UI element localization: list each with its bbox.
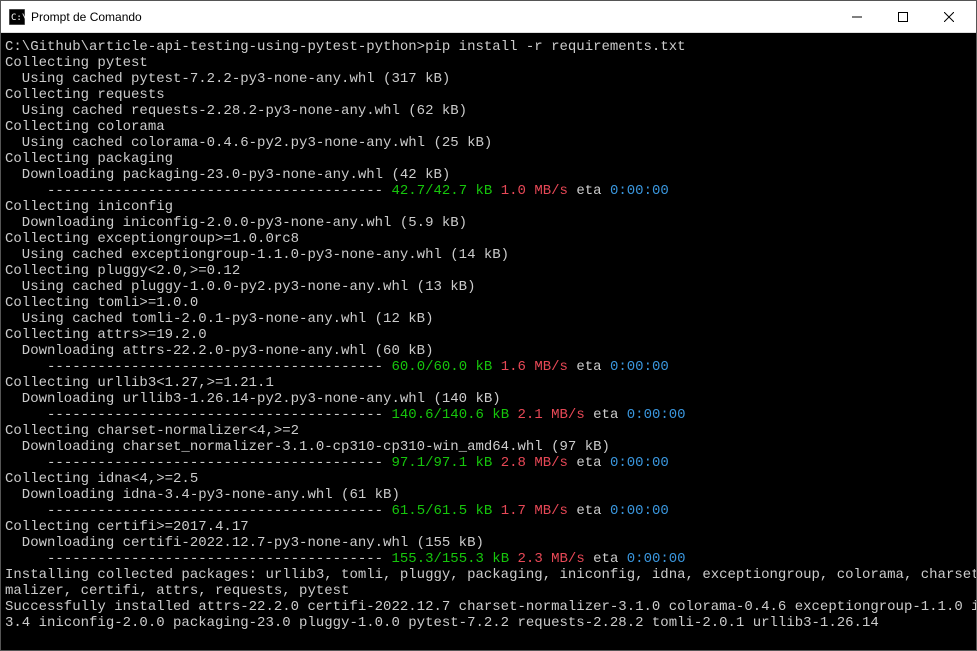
- output-line: Collecting exceptiongroup>=1.0.0rc8: [5, 231, 299, 247]
- output-line: Collecting pluggy<2.0,>=0.12: [5, 263, 240, 279]
- output-line: Downloading certifi-2022.12.7-py3-none-a…: [5, 535, 484, 551]
- output-line: Downloading packaging-23.0-py3-none-any.…: [5, 167, 450, 183]
- output-line: Downloading charset_normalizer-3.1.0-cp3…: [5, 439, 610, 455]
- progress-line: ----------------------------------------…: [5, 503, 669, 519]
- output-line: Using cached pluggy-1.0.0-py2.py3-none-a…: [5, 279, 475, 295]
- prompt-line: C:\Github\article-api-testing-using-pyte…: [5, 39, 686, 55]
- window-controls: [834, 2, 972, 32]
- output-line: Collecting colorama: [5, 119, 165, 135]
- output-line: Using cached tomli-2.0.1-py3-none-any.wh…: [5, 311, 433, 327]
- window-title: Prompt de Comando: [31, 10, 834, 24]
- close-button[interactable]: [926, 2, 972, 32]
- output-line: Successfully installed attrs-22.2.0 cert…: [5, 599, 976, 615]
- output-line: Collecting charset-normalizer<4,>=2: [5, 423, 299, 439]
- output-line: Using cached pytest-7.2.2-py3-none-any.w…: [5, 71, 450, 87]
- output-line: Downloading attrs-22.2.0-py3-none-any.wh…: [5, 343, 433, 359]
- svg-text:C:\: C:\: [11, 13, 25, 23]
- output-line: Collecting certifi>=2017.4.17: [5, 519, 249, 535]
- output-line: Collecting requests: [5, 87, 165, 103]
- minimize-button[interactable]: [834, 2, 880, 32]
- progress-line: ----------------------------------------…: [5, 359, 669, 375]
- titlebar: C:\ Prompt de Comando: [1, 1, 976, 33]
- progress-line: ----------------------------------------…: [5, 407, 686, 423]
- maximize-button[interactable]: [880, 2, 926, 32]
- output-line: Collecting attrs>=19.2.0: [5, 327, 207, 343]
- cmd-icon: C:\: [9, 9, 25, 25]
- output-line: Using cached requests-2.28.2-py3-none-an…: [5, 103, 467, 119]
- output-line: Collecting iniconfig: [5, 199, 173, 215]
- output-line: Using cached colorama-0.4.6-py2.py3-none…: [5, 135, 492, 151]
- output-line: Collecting idna<4,>=2.5: [5, 471, 198, 487]
- output-line: Collecting packaging: [5, 151, 173, 167]
- output-line: Collecting urllib3<1.27,>=1.21.1: [5, 375, 274, 391]
- output-line: Downloading idna-3.4-py3-none-any.whl (6…: [5, 487, 400, 503]
- terminal-output[interactable]: C:\Github\article-api-testing-using-pyte…: [1, 33, 976, 650]
- progress-line: ----------------------------------------…: [5, 455, 669, 471]
- output-line: malizer, certifi, attrs, requests, pytes…: [5, 583, 349, 599]
- command-prompt-window: C:\ Prompt de Comando C:\Github\article-…: [0, 0, 977, 651]
- output-line: Downloading iniconfig-2.0.0-py3-none-any…: [5, 215, 467, 231]
- progress-line: ----------------------------------------…: [5, 551, 686, 567]
- output-line: Downloading urllib3-1.26.14-py2.py3-none…: [5, 391, 501, 407]
- output-line: Collecting tomli>=1.0.0: [5, 295, 198, 311]
- progress-line: ----------------------------------------…: [5, 183, 669, 199]
- output-line: Using cached exceptiongroup-1.1.0-py3-no…: [5, 247, 509, 263]
- output-line: Collecting pytest: [5, 55, 148, 71]
- output-line: 3.4 iniconfig-2.0.0 packaging-23.0 plugg…: [5, 615, 879, 631]
- output-line: Installing collected packages: urllib3, …: [5, 567, 976, 583]
